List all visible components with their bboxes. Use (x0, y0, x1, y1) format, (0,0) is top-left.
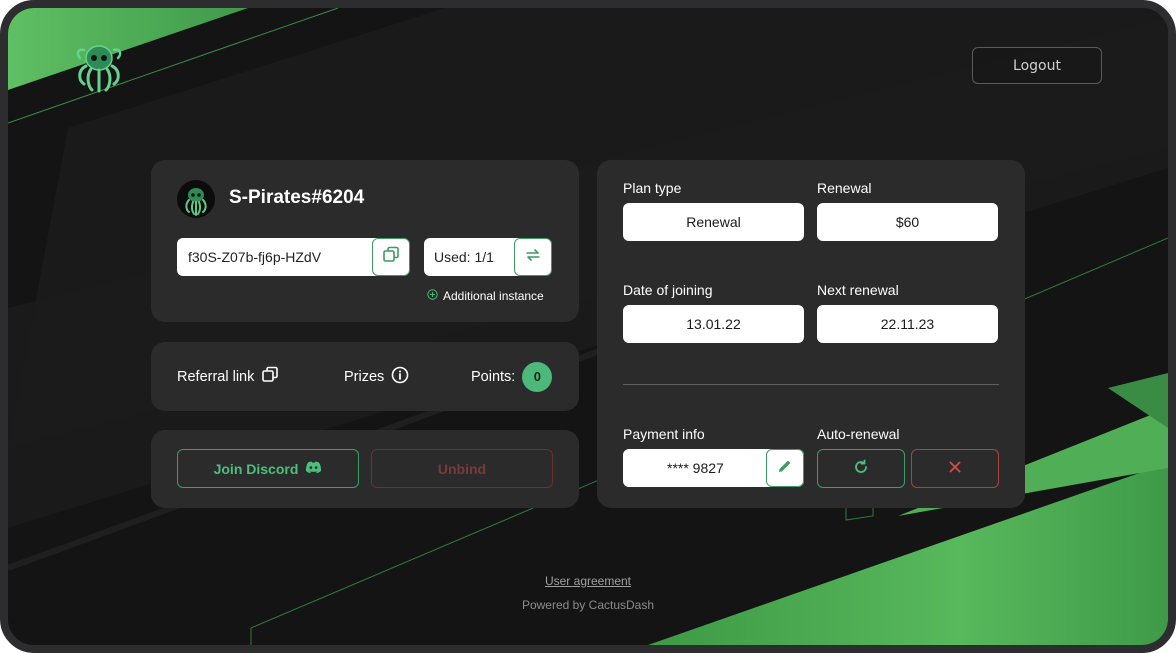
actions-card: Join Discord Unbind (151, 430, 579, 508)
app-window: Logout S-Pirates#6204 f30S-Z07b-fj6p-HZd… (0, 0, 1176, 653)
join-discord-label: Join Discord (213, 460, 299, 477)
copy-icon (382, 246, 400, 268)
user-agreement-link[interactable]: User agreement (8, 574, 1168, 588)
divider (623, 384, 999, 385)
pencil-icon (777, 458, 793, 478)
close-icon (948, 459, 962, 478)
renewal-value: $60 (817, 203, 998, 241)
points-label: Points: (471, 368, 516, 385)
referral-link-button[interactable]: Referral link (177, 342, 279, 411)
payment-info-label: Payment info (623, 426, 705, 442)
points-group: Points: 0 (471, 342, 553, 411)
referral-card: Referral link Prizes Points: 0 (151, 342, 579, 411)
plan-card: Plan type Renewal Renewal $60 Date of jo… (597, 160, 1025, 508)
additional-instance-link[interactable]: Additional instance (427, 289, 544, 303)
swap-arrows-icon (524, 246, 542, 268)
date-joining-value: 13.01.22 (623, 305, 804, 343)
next-renewal-value: 22.11.23 (817, 305, 998, 343)
octopus-logo-icon (72, 40, 126, 94)
logout-button[interactable]: Logout (972, 47, 1102, 84)
copy-icon (261, 366, 279, 388)
unbind-label: Unbind (437, 460, 487, 477)
plan-type-label: Plan type (623, 180, 682, 196)
prizes-button[interactable]: Prizes (344, 342, 409, 411)
license-key-field[interactable]: f30S-Z07b-fj6p-HZdV (177, 238, 397, 276)
info-icon (391, 366, 409, 388)
avatar (177, 180, 215, 218)
disable-auto-renewal-button[interactable] (911, 449, 999, 488)
license-key-value: f30S-Z07b-fj6p-HZdV (188, 249, 322, 265)
points-badge: 0 (522, 361, 553, 392)
referral-link-label: Referral link (177, 368, 255, 385)
renewal-label: Renewal (817, 180, 872, 196)
auto-renewal-label: Auto-renewal (817, 426, 900, 442)
used-instances-value: Used: 1/1 (434, 249, 494, 265)
reset-instance-button[interactable] (514, 238, 552, 276)
plan-type-value: Renewal (623, 203, 804, 241)
join-discord-button[interactable]: Join Discord (177, 449, 359, 488)
next-renewal-label: Next renewal (817, 282, 899, 298)
copy-key-button[interactable] (372, 238, 410, 276)
additional-instance-label: Additional instance (443, 289, 544, 303)
enable-auto-renewal-button[interactable] (817, 449, 905, 488)
discord-icon (305, 461, 322, 477)
plus-circle-icon (427, 289, 438, 303)
account-card: S-Pirates#6204 f30S-Z07b-fj6p-HZdV Used:… (151, 160, 579, 322)
unbind-button[interactable]: Unbind (371, 449, 553, 488)
date-joining-label: Date of joining (623, 282, 713, 298)
edit-payment-button[interactable] (766, 449, 804, 487)
prizes-label: Prizes (344, 368, 385, 385)
powered-by-text: Powered by CactusDash (521, 598, 655, 612)
refresh-icon (853, 459, 869, 479)
username: S-Pirates#6204 (229, 187, 365, 208)
